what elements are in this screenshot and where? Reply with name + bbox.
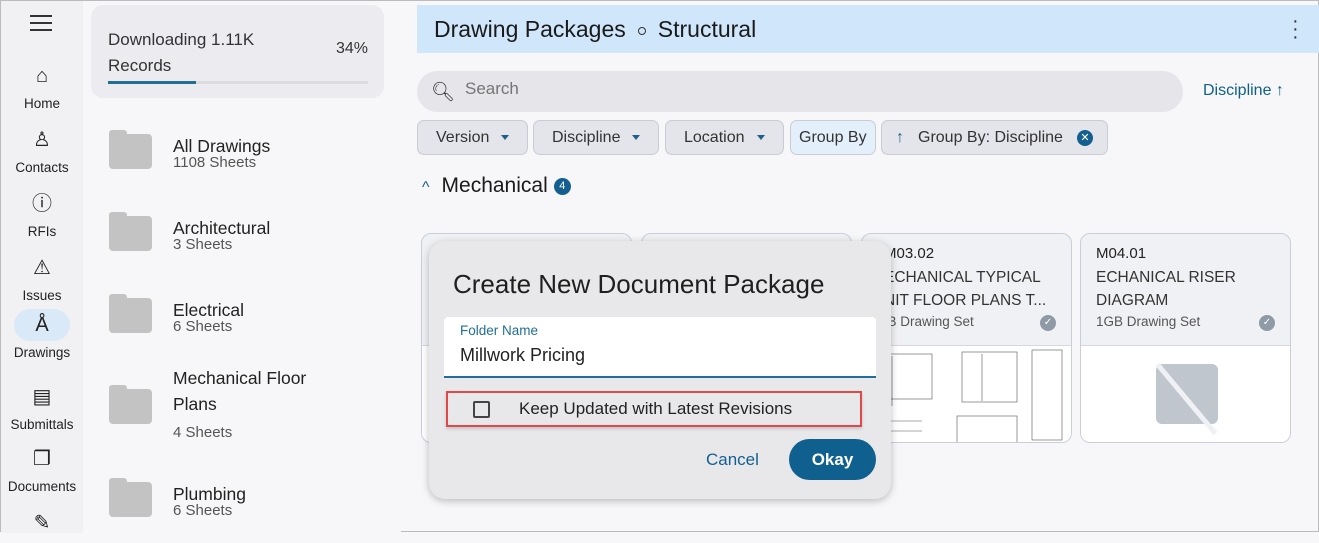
group-header-mechanical[interactable]: ^ Mechanical 4 xyxy=(422,174,571,198)
info-icon: ⓘ xyxy=(32,193,52,215)
warning-icon: ⚠ xyxy=(33,257,51,279)
drawing-thumbnail xyxy=(872,349,1063,442)
sheet-title-line1: ECHANICAL TYPICAL xyxy=(884,269,1041,286)
caret-down-icon xyxy=(756,135,765,141)
sheet-set: 1GB Drawing Set xyxy=(1096,314,1201,329)
caret-down-icon xyxy=(632,135,641,141)
group-by-chip[interactable]: Group By xyxy=(790,120,876,155)
group-count-badge: 4 xyxy=(553,177,571,195)
search-bar[interactable]: 🔍︎ xyxy=(417,71,1183,112)
verified-icon: ✓ xyxy=(1040,315,1056,331)
compass-icon: Å xyxy=(14,309,70,341)
folder-icon xyxy=(109,294,152,333)
create-package-dialog: Create New Document Package Folder Name … xyxy=(429,241,891,499)
rail-item-label: Contacts xyxy=(15,160,69,175)
sheet-title-line2: DIAGRAM xyxy=(1096,292,1169,309)
person-icon: ♙ xyxy=(33,129,51,151)
nav-rail: ⌂ Home ♙ Contacts ⓘ RFIs ⚠ Issues Å Drawings ▤ Subm… xyxy=(1,1,83,534)
remove-chip-icon[interactable]: ✕ xyxy=(1076,129,1093,146)
drawing-card[interactable]: M04.01 ECHANICAL RISER DIAGRAM 1GB Drawi… xyxy=(1080,233,1291,443)
discipline-filter-chip[interactable]: Discipline xyxy=(533,120,660,155)
location-filter-chip[interactable]: Location xyxy=(665,120,784,155)
rail-item-documents[interactable]: ❐ Documents xyxy=(1,443,83,494)
folder-count: 1108 Sheets xyxy=(173,154,257,171)
rail-item-issues[interactable]: ⚠ Issues xyxy=(1,252,83,303)
folder-name-label: Folder Name xyxy=(460,323,539,338)
chip-label: Group By xyxy=(799,129,867,146)
active-group-chip[interactable]: ↑ Group By: Discipline ✕ xyxy=(881,120,1108,155)
page-subtitle: Structural xyxy=(657,16,757,42)
chip-label: Discipline xyxy=(552,129,621,146)
download-progress-bar xyxy=(108,81,368,84)
rail-item-rfis[interactable]: ⓘ RFIs xyxy=(1,188,83,239)
rail-item-more[interactable]: ✎ xyxy=(1,507,83,543)
rail-item-label: Documents xyxy=(7,479,77,494)
rail-item-label: Submittals xyxy=(10,417,74,432)
folder-count: 4 Sheets xyxy=(173,424,233,441)
dialog-title: Create New Document Package xyxy=(453,269,825,299)
rail-item-label: Home xyxy=(23,96,60,111)
rail-item-contacts[interactable]: ♙ Contacts xyxy=(1,124,83,175)
sheet-title-line2: NIT FLOOR PLANS T... xyxy=(884,292,1047,309)
search-icon: 🔍︎ xyxy=(431,82,456,103)
hamburger-menu-icon[interactable] xyxy=(30,15,52,31)
rail-item-label: Drawings xyxy=(13,345,71,360)
rail-item-home[interactable]: ⌂ Home xyxy=(1,60,83,111)
rail-item-label: RFIs xyxy=(27,224,57,239)
keep-updated-checkbox[interactable] xyxy=(473,401,490,418)
sheet-number: M03.02 xyxy=(884,245,935,262)
folder-count: 3 Sheets xyxy=(173,236,233,253)
document-icon: ▤ xyxy=(32,386,52,408)
folder-count: 6 Sheets xyxy=(173,318,233,335)
sheet-set: GB Drawing Set xyxy=(877,314,974,329)
chip-label: Version xyxy=(436,129,490,146)
card-thumbnail xyxy=(1081,346,1290,442)
chevron-up-icon: ^ xyxy=(422,179,430,196)
chip-label: Location xyxy=(684,129,745,146)
drawing-card[interactable]: M03.02 ECHANICAL TYPICAL NIT FLOOR PLANS… xyxy=(861,233,1072,443)
sheet-number: M04.01 xyxy=(1096,245,1147,262)
folders-icon: ❐ xyxy=(33,448,51,470)
version-filter-chip[interactable]: Version xyxy=(417,120,529,155)
caret-down-icon xyxy=(501,135,510,141)
rail-item-drawings[interactable]: Å Drawings xyxy=(1,309,83,360)
separator-dot xyxy=(637,26,646,35)
folder-name-field[interactable]: Folder Name xyxy=(444,317,876,378)
no-image-icon xyxy=(1156,364,1218,424)
folder-count: 6 Sheets xyxy=(173,502,233,519)
search-input[interactable] xyxy=(465,79,1065,99)
chip-label: Group By: Discipline xyxy=(918,129,1063,146)
download-percent: 34% xyxy=(335,40,368,57)
folder-icon xyxy=(109,385,152,424)
page-title: Drawing Packages xyxy=(434,16,626,42)
clipboard-icon: ✎ xyxy=(33,512,51,534)
keep-updated-label: Keep Updated with Latest Revisions xyxy=(519,399,793,418)
arrow-up-icon: ↑ xyxy=(896,129,904,146)
folder-icon xyxy=(109,478,152,517)
folder-panel: Downloading 1.11K Records 34% All Drawin… xyxy=(83,1,401,533)
folder-icon xyxy=(109,130,152,169)
verified-icon: ✓ xyxy=(1259,315,1275,331)
sort-button[interactable]: Discipline ↑ xyxy=(1203,82,1284,100)
folder-name-input[interactable] xyxy=(460,345,860,366)
sheet-title-line1: ECHANICAL RISER xyxy=(1096,269,1236,286)
folder-icon xyxy=(109,212,152,251)
more-options-icon[interactable]: · · · xyxy=(1292,11,1299,47)
home-icon: ⌂ xyxy=(35,65,49,87)
keep-updated-option[interactable]: Keep Updated with Latest Revisions xyxy=(446,391,862,427)
folder-name: Mechanical Floor Plans xyxy=(173,368,307,414)
rail-item-submittals[interactable]: ▤ Submittals xyxy=(1,381,83,432)
cancel-button[interactable]: Cancel xyxy=(706,450,759,470)
group-title: Mechanical xyxy=(441,174,548,197)
page-header: Drawing Packages Structural · · · xyxy=(417,5,1319,53)
okay-button[interactable]: Okay xyxy=(789,439,876,480)
download-text: Downloading 1.11K Records xyxy=(108,30,255,75)
progress-fill xyxy=(108,81,197,84)
download-progress-card: Downloading 1.11K Records 34% xyxy=(91,5,384,98)
rail-item-label: Issues xyxy=(22,288,62,303)
card-thumbnail xyxy=(862,346,1071,442)
